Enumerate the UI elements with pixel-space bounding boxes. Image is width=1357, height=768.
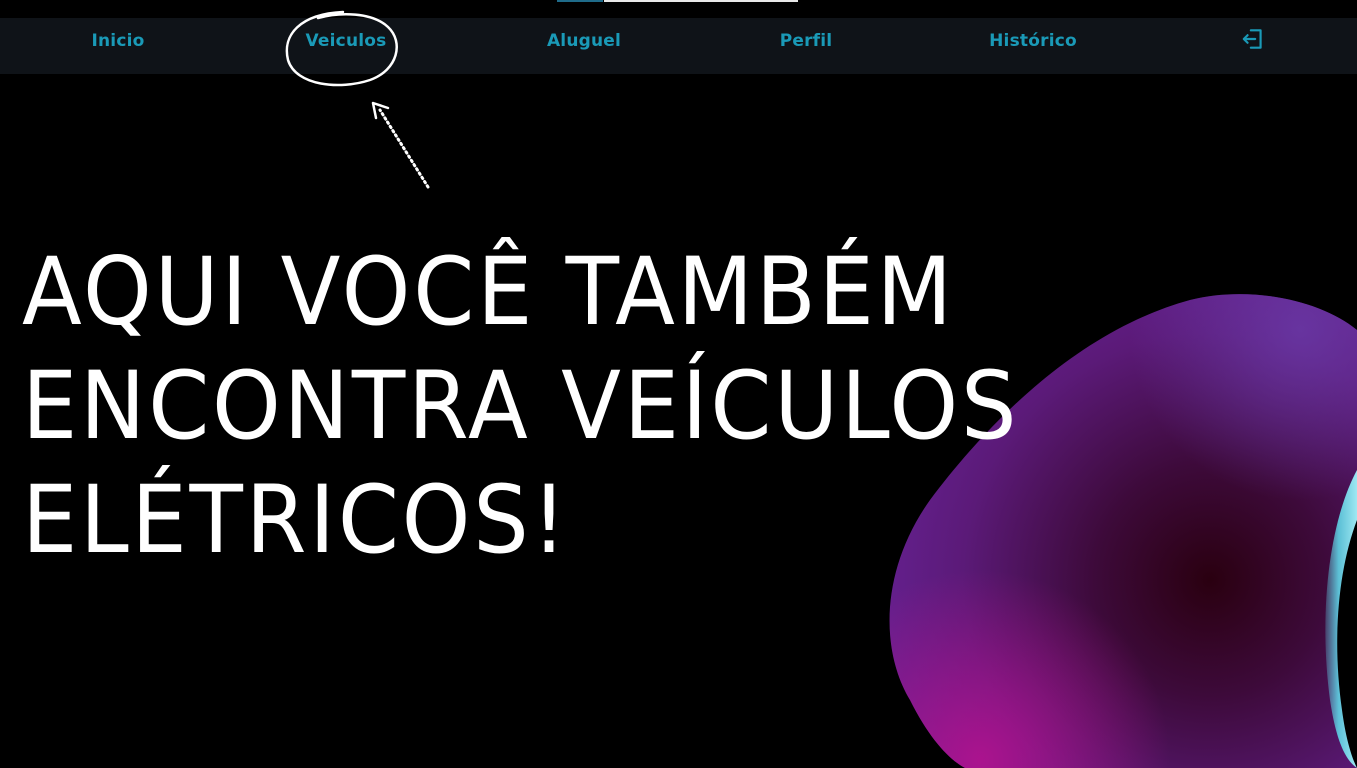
hero-line-1: AQUI VOCÊ TAMBÉM	[22, 238, 955, 347]
hero-line-3: ELÉTRICOS!	[22, 466, 570, 575]
hero-line-2: ENCONTRA VEÍCULOS	[22, 352, 1020, 461]
hero-headline: AQUI VOCÊ TAMBÉM ENCONTRA VEÍCULOS ELÉTR…	[22, 236, 1020, 578]
